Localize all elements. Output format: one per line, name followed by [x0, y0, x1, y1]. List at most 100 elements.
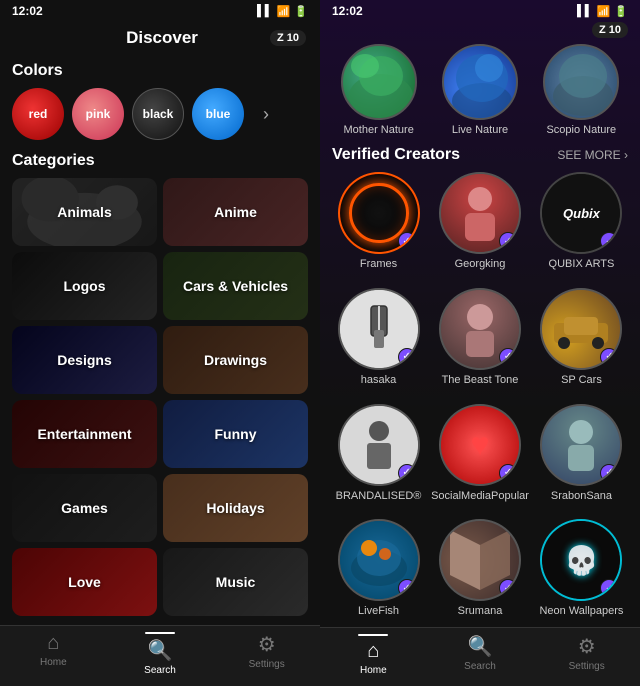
search-underline — [145, 632, 175, 634]
heart-icon: ♥ — [471, 426, 490, 463]
categories-grid: Animals Anime Logos Cars & Vehicles Desi… — [12, 178, 308, 616]
home-label-left: Home — [40, 657, 67, 668]
creator-srumana[interactable]: ✓ Srumana — [431, 519, 529, 627]
frames-verified: ✓ — [398, 232, 416, 250]
category-cars[interactable]: Cars & Vehicles — [163, 252, 308, 320]
color-blue-label: blue — [206, 107, 231, 121]
search-label-right: Search — [464, 661, 496, 672]
verified-title: Verified Creators — [332, 146, 460, 164]
beast-name: The Beast Tone — [442, 374, 519, 386]
creator-hasaka[interactable]: ✓ hasaka — [332, 288, 425, 396]
hasaka-verified: ✓ — [398, 348, 416, 366]
settings-label-right: Settings — [569, 661, 605, 672]
livefish-avatar: ✓ — [338, 519, 420, 601]
live-nature-label: Live Nature — [452, 124, 508, 136]
category-entertainment[interactable]: Entertainment — [12, 400, 157, 468]
qubix-name: QUBIX ARTS — [549, 258, 615, 270]
hasaka-name: hasaka — [361, 374, 396, 386]
nature-scopio[interactable]: Scopio Nature — [543, 44, 619, 136]
nav-settings-left[interactable]: ⚙ Settings — [213, 632, 320, 676]
colors-more[interactable]: › — [252, 88, 280, 140]
category-funny[interactable]: Funny — [163, 400, 308, 468]
cat-funny-label: Funny — [215, 426, 257, 442]
creator-social[interactable]: ♥ ✓ SocialMediaPopular — [431, 404, 529, 512]
time-left: 12:02 — [12, 4, 43, 18]
color-black[interactable]: black — [132, 88, 184, 140]
mother-nature-circle — [341, 44, 417, 120]
creator-georgking[interactable]: ✓ Georgking — [431, 172, 529, 280]
settings-icon-right: ⚙ — [578, 634, 596, 659]
scopio-nature-label: Scopio Nature — [546, 124, 616, 136]
bottom-nav-left: ⌂ Home 🔍 Search ⚙ Settings — [0, 625, 320, 686]
social-avatar: ♥ ✓ — [439, 404, 521, 486]
cat-games-label: Games — [61, 500, 108, 516]
srabon-avatar: ✓ — [540, 404, 622, 486]
georgking-verified: ✓ — [499, 232, 517, 250]
cat-love-label: Love — [68, 574, 101, 590]
nature-mother[interactable]: Mother Nature — [341, 44, 417, 136]
creator-livefish[interactable]: ✓ LiveFish — [332, 519, 425, 627]
category-designs[interactable]: Designs — [12, 326, 157, 394]
category-holidays[interactable]: Holidays — [163, 474, 308, 542]
cat-music-label: Music — [216, 574, 256, 590]
color-red-label: red — [29, 107, 48, 121]
srumana-avatar: ✓ — [439, 519, 521, 601]
spcars-avatar: ✓ — [540, 288, 622, 370]
nav-home-right[interactable]: ⌂ Home — [320, 634, 427, 676]
category-games[interactable]: Games — [12, 474, 157, 542]
nav-search-left[interactable]: 🔍 Search — [107, 632, 214, 676]
creator-spcars[interactable]: ✓ SP Cars — [535, 288, 628, 396]
nav-search-right[interactable]: 🔍 Search — [427, 634, 534, 676]
nature-live[interactable]: Live Nature — [442, 44, 518, 136]
creator-frames[interactable]: ✓ Frames — [332, 172, 425, 280]
brand-verified: ✓ — [398, 464, 416, 482]
colors-row: red pink black blue › — [12, 88, 308, 140]
home-underline — [358, 634, 388, 636]
left-panel: 12:02 ▌▌ 📶 🔋 Discover Z 10 Colors red pi… — [0, 0, 320, 686]
qubix-avatar: Qubix ✓ — [540, 172, 622, 254]
category-anime[interactable]: Anime — [163, 178, 308, 246]
brand-name: BRANDALISED® — [336, 490, 422, 502]
nav-home-left[interactable]: ⌂ Home — [0, 632, 107, 676]
top-bar-left: Discover Z 10 — [0, 22, 320, 54]
srumana-verified: ✓ — [499, 579, 517, 597]
signal-icon: ▌▌ — [257, 5, 273, 17]
bottom-nav-right: ⌂ Home 🔍 Search ⚙ Settings — [320, 627, 640, 686]
cat-drawings-label: Drawings — [204, 352, 267, 368]
creator-brand[interactable]: ✓ BRANDALISED® — [332, 404, 425, 512]
category-music[interactable]: Music — [163, 548, 308, 616]
category-love[interactable]: Love — [12, 548, 157, 616]
category-drawings[interactable]: Drawings — [163, 326, 308, 394]
home-icon-left: ⌂ — [47, 632, 59, 655]
search-icon-right: 🔍 — [468, 634, 493, 659]
hasaka-avatar: ✓ — [338, 288, 420, 370]
search-icon-left: 🔍 — [148, 638, 173, 663]
battery-icon: 🔋 — [294, 5, 308, 18]
creators-grid: ✓ Frames ✓ Georgking Qubix ✓ QUBIX ARTS — [320, 172, 640, 627]
nav-settings-right[interactable]: ⚙ Settings — [533, 634, 640, 676]
beast-avatar: ✓ — [439, 288, 521, 370]
cat-logos-label: Logos — [64, 278, 106, 294]
color-blue[interactable]: blue — [192, 88, 244, 140]
wifi-icon: 📶 — [277, 5, 291, 18]
creator-qubix[interactable]: Qubix ✓ QUBIX ARTS — [535, 172, 628, 280]
qubix-verified: ✓ — [600, 232, 618, 250]
livefish-verified: ✓ — [398, 579, 416, 597]
cat-designs-label: Designs — [57, 352, 111, 368]
color-black-label: black — [143, 107, 174, 121]
color-pink-label: pink — [86, 107, 111, 121]
spcars-name: SP Cars — [561, 374, 602, 386]
see-more-button[interactable]: SEE MORE › — [557, 148, 628, 162]
cat-holidays-label: Holidays — [206, 500, 264, 516]
creator-neon[interactable]: 💀 ✓ Neon Wallpapers — [535, 519, 628, 627]
social-verified: ✓ — [499, 464, 517, 482]
frames-name: Frames — [360, 258, 397, 270]
georgking-avatar: ✓ — [439, 172, 521, 254]
category-logos[interactable]: Logos — [12, 252, 157, 320]
search-label-left: Search — [144, 665, 176, 676]
creator-beast[interactable]: ✓ The Beast Tone — [431, 288, 529, 396]
color-red[interactable]: red — [12, 88, 64, 140]
category-animals[interactable]: Animals — [12, 178, 157, 246]
color-pink[interactable]: pink — [72, 88, 124, 140]
creator-srabon[interactable]: ✓ SrabonSana — [535, 404, 628, 512]
